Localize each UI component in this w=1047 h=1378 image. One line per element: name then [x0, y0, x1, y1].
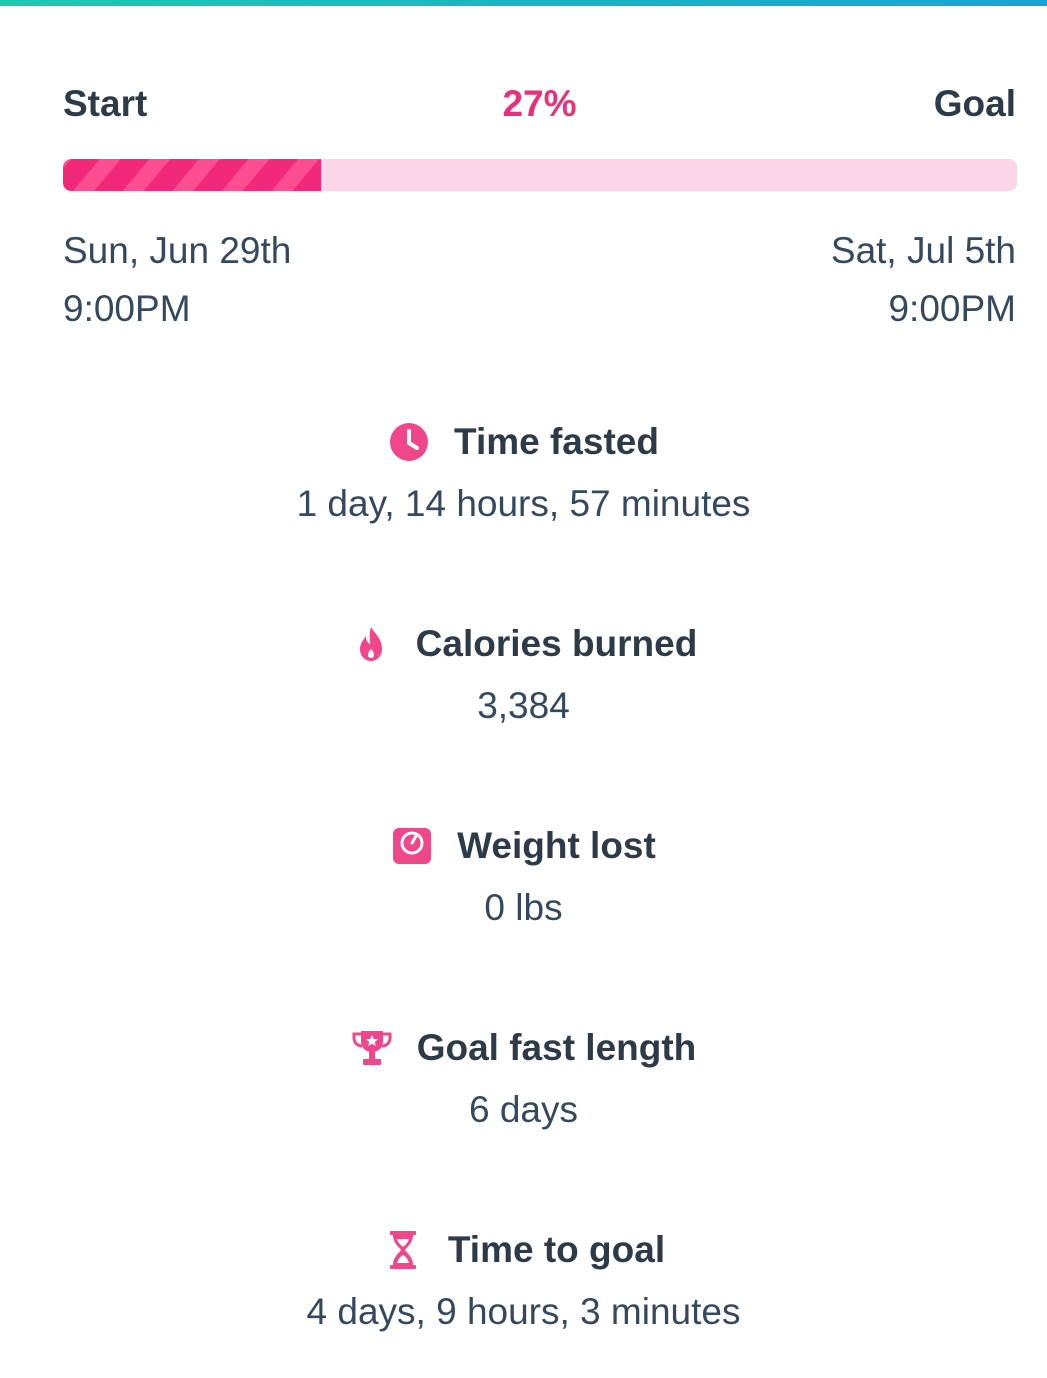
stat-value: 0 lbs: [484, 887, 563, 928]
stat-calories-burned: Calories burned 3,384: [0, 620, 1047, 728]
start-datetime: Sun, Jun 29th 9:00PM: [63, 222, 291, 338]
stat-value: 4 days, 9 hours, 3 minutes: [306, 1291, 741, 1332]
flame-icon: [350, 623, 392, 665]
start-time: 9:00PM: [63, 288, 191, 329]
fasting-progress-page: Start 27% Goal Sun, Jun 29th 9:00PM Sat,…: [0, 0, 1047, 1378]
stat-time-to-goal: Time to goal 4 days, 9 hours, 3 minutes: [0, 1226, 1047, 1334]
goal-date: Sat, Jul 5th: [830, 230, 1016, 271]
top-accent-bar: [0, 0, 1047, 6]
goal-label: Goal: [933, 83, 1016, 124]
stat-time-fasted: Time fasted 1 day, 14 hours, 57 minutes: [0, 418, 1047, 526]
clock-icon: [388, 421, 430, 463]
goal-datetime: Sat, Jul 5th 9:00PM: [831, 222, 1016, 338]
stat-title: Weight lost: [457, 825, 656, 866]
stat-value: 3,384: [477, 685, 570, 726]
stat-goal-fast-length: Goal fast length 6 days: [0, 1024, 1047, 1132]
progress-bar-fill: [63, 159, 321, 191]
start-date: Sun, Jun 29th: [63, 230, 292, 271]
trophy-icon: [351, 1027, 393, 1069]
progress-percent: 27%: [502, 83, 577, 124]
hourglass-icon: [382, 1229, 424, 1271]
stat-title: Time to goal: [447, 1229, 666, 1270]
goal-time: 9:00PM: [888, 288, 1016, 329]
stat-value: 1 day, 14 hours, 57 minutes: [296, 483, 751, 524]
stat-title: Goal fast length: [416, 1027, 697, 1068]
stat-title: Time fasted: [454, 421, 659, 462]
stat-weight-lost: Weight lost 0 lbs: [0, 822, 1047, 930]
progress-bar: [63, 159, 1017, 191]
stat-title: Calories burned: [415, 623, 698, 664]
progress-header: Start 27% Goal: [63, 82, 1016, 126]
stat-value: 6 days: [468, 1089, 578, 1130]
scale-icon: [391, 825, 433, 867]
